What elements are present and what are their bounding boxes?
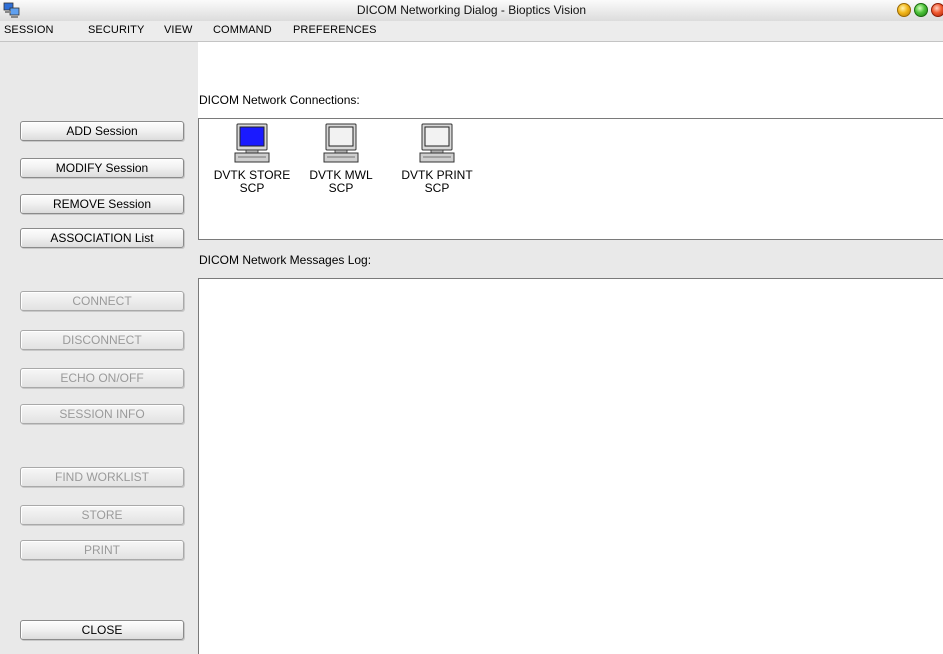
maximize-button[interactable]	[914, 3, 928, 17]
connection-role: SCP	[424, 181, 450, 195]
connection-dvtk-print-scp[interactable]: DVTK PRINT SCP	[389, 123, 485, 195]
connections-label: DICOM Network Connections:	[199, 93, 360, 107]
connection-dvtk-mwl-scp[interactable]: DVTK MWL SCP	[293, 123, 389, 195]
menu-security[interactable]: SECURITY	[88, 24, 144, 36]
messages-log-label: DICOM Network Messages Log:	[199, 253, 372, 267]
window-title: DICOM Networking Dialog - Bioptics Visio…	[356, 3, 587, 17]
remove-session-button[interactable]: REMOVE Session	[20, 194, 184, 214]
modify-session-button[interactable]: MODIFY Session	[20, 158, 184, 178]
store-button[interactable]: STORE	[20, 505, 184, 525]
menu-view[interactable]: VIEW	[164, 24, 193, 36]
close-button[interactable]: CLOSE	[20, 620, 184, 640]
computer-icon	[234, 123, 270, 163]
add-session-button[interactable]: ADD Session	[20, 121, 184, 141]
find-worklist-button[interactable]: FIND WORKLIST	[20, 467, 184, 487]
connect-button[interactable]: CONNECT	[20, 291, 184, 311]
connection-dvtk-store-scp[interactable]: DVTK STORE SCP	[204, 123, 300, 195]
minimize-button[interactable]	[897, 3, 911, 17]
echo-toggle-button[interactable]: ECHO ON/OFF	[20, 368, 184, 388]
connections-panel: DVTK STORE SCP DVTK MWL SCP DVTK PRINT S…	[198, 118, 943, 240]
menu-command[interactable]: COMMAND	[213, 24, 272, 36]
menu-preferences[interactable]: PREFERENCES	[293, 24, 377, 36]
association-list-button[interactable]: ASSOCIATION List	[20, 228, 184, 248]
computer-icon	[323, 123, 359, 163]
disconnect-button[interactable]: DISCONNECT	[20, 330, 184, 350]
title-bar: DICOM Networking Dialog - Bioptics Visio…	[0, 0, 943, 22]
menu-bar: SESSION SECURITY VIEW COMMAND PREFERENCE…	[0, 21, 943, 42]
computer-icon	[419, 123, 455, 163]
session-info-button[interactable]: SESSION INFO	[20, 404, 184, 424]
connection-role: SCP	[239, 181, 265, 195]
menu-session[interactable]: SESSION	[4, 24, 54, 36]
close-window-button[interactable]	[931, 3, 943, 17]
print-button[interactable]: PRINT	[20, 540, 184, 560]
connection-role: SCP	[328, 181, 354, 195]
messages-log-panel[interactable]	[198, 278, 943, 654]
